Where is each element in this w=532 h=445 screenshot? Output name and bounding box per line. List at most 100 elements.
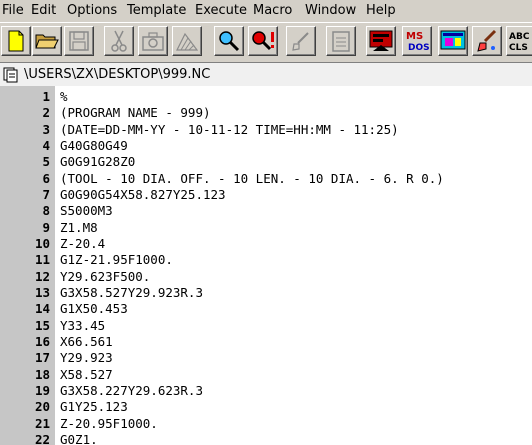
code-editor[interactable]: 1% 2 (PROGRAM NAME - 999) 3 (DATE=DD-MM-YY -… bbox=[0, 86, 532, 445]
line-number: 15 bbox=[34, 317, 50, 333]
line-number: 8 bbox=[42, 203, 50, 219]
code-text[interactable]: G1Y25.123 bbox=[60, 399, 128, 415]
code-line[interactable]: 22 G0Z1. bbox=[0, 432, 532, 445]
code-text[interactable]: G0G90G54X58.827Y25.123 bbox=[60, 187, 226, 203]
code-line[interactable]: 7 G0G90G54X58.827Y25.123 bbox=[0, 187, 532, 203]
code-text[interactable]: (TOOL - 10 DIA. OFF. - 10 LEN. - 10 DIA.… bbox=[60, 171, 444, 187]
dos-label: DOS bbox=[408, 43, 430, 53]
line-number: 19 bbox=[34, 382, 50, 398]
ms-dos-icon: MS DOS bbox=[406, 31, 430, 53]
camera-icon bbox=[142, 32, 164, 51]
line-number: 4 bbox=[42, 137, 50, 153]
find-next-button[interactable] bbox=[248, 26, 278, 56]
code-text[interactable]: S5000M3 bbox=[60, 203, 113, 219]
menu-macro[interactable]: Macro bbox=[249, 0, 296, 22]
code-text[interactable]: (DATE=DD-MM-YY - 10-11-12 TIME=HH:MM - 1… bbox=[60, 122, 399, 138]
line-number: 1 bbox=[42, 89, 50, 104]
brush-icon bbox=[292, 32, 309, 51]
code-line[interactable]: 13 G3X58.527Y29.923R.3 bbox=[0, 285, 532, 301]
code-text[interactable]: X66.561 bbox=[60, 334, 113, 350]
code-line[interactable]: 18 X58.527 bbox=[0, 367, 532, 383]
hatch-icon bbox=[176, 32, 199, 51]
paint-brush-button[interactable] bbox=[472, 26, 502, 56]
code-line[interactable]: 9 Z1.M8 bbox=[0, 220, 532, 236]
menu-options[interactable]: Options bbox=[63, 0, 121, 22]
code-line[interactable]: 8 S5000M3 bbox=[0, 203, 532, 219]
code-text[interactable]: Z-20.95F1000. bbox=[60, 416, 158, 432]
code-line[interactable]: 11 G1Z-21.95F1000. bbox=[0, 252, 532, 268]
code-text[interactable]: G0Z1. bbox=[60, 432, 98, 445]
new-file-button[interactable] bbox=[1, 26, 31, 56]
code-text[interactable]: Z1.M8 bbox=[60, 220, 98, 236]
code-text[interactable]: Z-20.4 bbox=[60, 236, 105, 252]
code-text[interactable]: G0G91G28Z0 bbox=[60, 154, 135, 170]
line-number: 2 bbox=[42, 105, 50, 121]
code-text[interactable]: G40G80G49 bbox=[60, 138, 128, 154]
document-titlebar: \USERS\ZX\DESKTOP\999.NC bbox=[0, 62, 532, 87]
save-icon bbox=[69, 31, 89, 51]
menu-window[interactable]: Window bbox=[301, 0, 360, 22]
code-line[interactable]: 1% bbox=[0, 89, 532, 105]
code-line[interactable]: 10 Z-20.4 bbox=[0, 236, 532, 252]
code-text[interactable]: G3X58.227Y29.623R.3 bbox=[60, 383, 203, 399]
code-line[interactable]: 2 (PROGRAM NAME - 999) bbox=[0, 105, 532, 121]
menu-bar: File Edit Options Template Execute Macro… bbox=[0, 0, 532, 22]
code-line[interactable]: 16 X66.561 bbox=[0, 334, 532, 350]
menu-file[interactable]: File bbox=[0, 0, 28, 22]
code-text[interactable]: G1X50.453 bbox=[60, 301, 128, 317]
code-text[interactable]: Y29.923 bbox=[60, 350, 113, 366]
code-line[interactable]: 14 G1X50.453 bbox=[0, 301, 532, 317]
code-line[interactable]: 20 G1Y25.123 bbox=[0, 399, 532, 415]
code-text[interactable]: X58.527 bbox=[60, 367, 113, 383]
line-number: 11 bbox=[34, 252, 50, 268]
find-button[interactable] bbox=[214, 26, 244, 56]
code-line[interactable]: 12 Y29.623F500. bbox=[0, 269, 532, 285]
line-number: 16 bbox=[34, 333, 50, 349]
code-line[interactable]: 4 G40G80G49 bbox=[0, 138, 532, 154]
line-number: 14 bbox=[34, 301, 50, 317]
ms-dos-button[interactable]: MS DOS bbox=[402, 26, 432, 56]
code-line[interactable]: 19 G3X58.227Y29.623R.3 bbox=[0, 383, 532, 399]
ms-label: MS bbox=[406, 31, 423, 42]
code-line[interactable]: 21 Z-20.95F1000. bbox=[0, 416, 532, 432]
code-line[interactable]: 5 G0G91G28Z0 bbox=[0, 154, 532, 170]
cls-label: CLS bbox=[509, 43, 528, 53]
screen-button[interactable] bbox=[438, 26, 468, 56]
hatch-button[interactable] bbox=[172, 26, 202, 56]
line-number: 22 bbox=[34, 431, 50, 445]
code-text[interactable]: G1Z-21.95F1000. bbox=[60, 252, 173, 268]
menu-template[interactable]: Template bbox=[123, 0, 190, 22]
code-text[interactable]: Y29.623F500. bbox=[60, 269, 150, 285]
cut-button[interactable] bbox=[104, 26, 134, 56]
abc-cls-button[interactable]: ABC CLS bbox=[506, 26, 532, 56]
clipboard-icon bbox=[332, 31, 350, 52]
program-flag-icon bbox=[369, 30, 393, 51]
toolbar: MS DOS ABC CLS bbox=[0, 22, 532, 61]
paint-brush-icon bbox=[477, 29, 497, 52]
code-line[interactable]: 15 Y33.45 bbox=[0, 318, 532, 334]
program-flag-button[interactable] bbox=[366, 26, 396, 56]
code-line[interactable]: 3 (DATE=DD-MM-YY - 10-11-12 TIME=HH:MM - … bbox=[0, 122, 532, 138]
line-number: 7 bbox=[42, 186, 50, 202]
screen-icon bbox=[440, 30, 466, 50]
line-number: 9 bbox=[42, 219, 50, 235]
brush-button[interactable] bbox=[286, 26, 316, 56]
save-button[interactable] bbox=[64, 26, 94, 56]
line-number: 13 bbox=[34, 284, 50, 300]
code-text[interactable]: (PROGRAM NAME - 999) bbox=[60, 105, 211, 121]
code-text[interactable]: Y33.45 bbox=[60, 318, 105, 334]
code-text[interactable]: % bbox=[60, 89, 68, 105]
code-line[interactable]: 6 (TOOL - 10 DIA. OFF. - 10 LEN. - 10 DIA… bbox=[0, 171, 532, 187]
line-number: 20 bbox=[34, 399, 50, 415]
open-folder-button[interactable] bbox=[32, 26, 62, 56]
code-line[interactable]: 17 Y29.923 bbox=[0, 350, 532, 366]
menu-edit[interactable]: Edit bbox=[27, 0, 60, 22]
code-text[interactable]: G3X58.527Y29.923R.3 bbox=[60, 285, 203, 301]
menu-execute[interactable]: Execute bbox=[191, 0, 251, 22]
clipboard-button[interactable] bbox=[326, 26, 356, 56]
camera-button[interactable] bbox=[138, 26, 168, 56]
document-icon bbox=[3, 67, 18, 83]
menu-help[interactable]: Help bbox=[362, 0, 400, 22]
document-path: \USERS\ZX\DESKTOP\999.NC bbox=[24, 67, 211, 82]
abc-cls-icon: ABC CLS bbox=[509, 32, 530, 53]
